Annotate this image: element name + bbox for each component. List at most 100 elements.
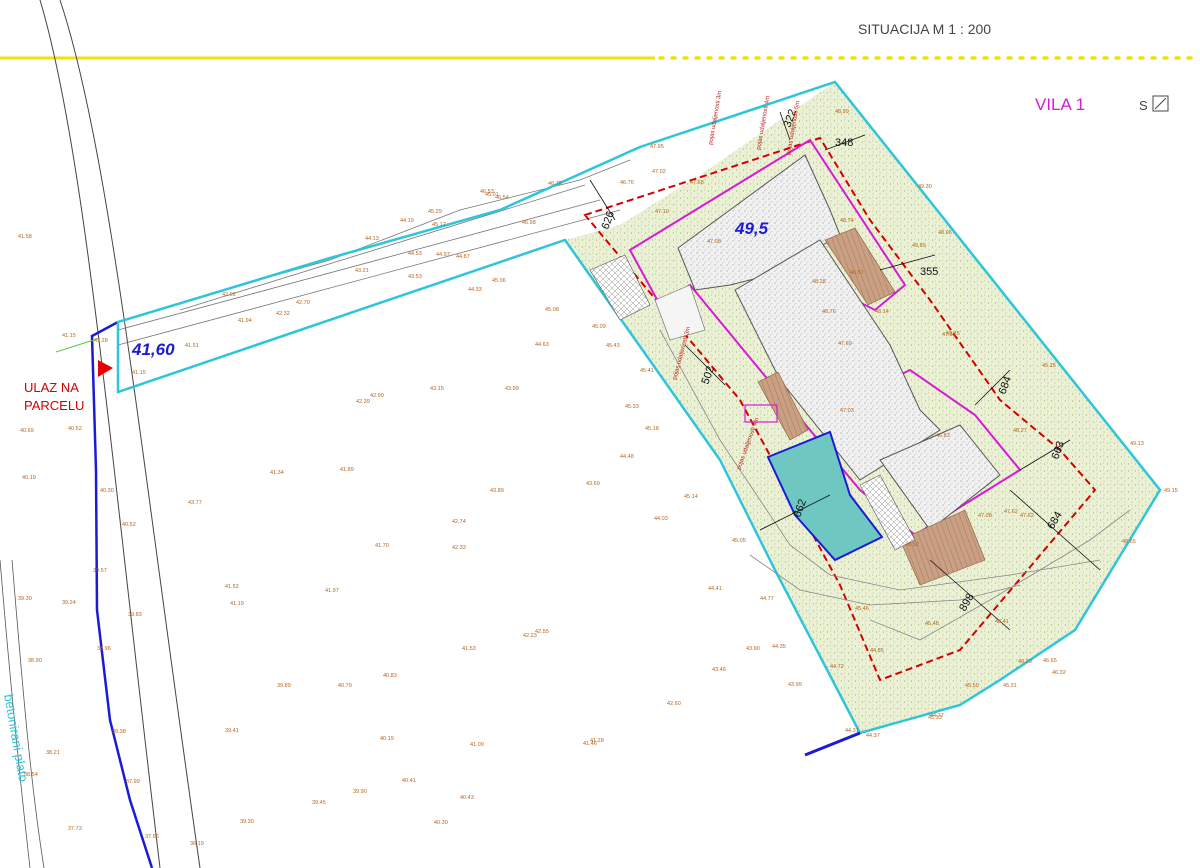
spot-height: 40.19 [380, 736, 394, 742]
spot-height: 42.60 [667, 701, 681, 707]
spot-height: 38.21 [46, 750, 60, 756]
spot-height: 39.90 [353, 789, 367, 795]
setback-note: pojas udaljenosti 3m [672, 326, 692, 380]
spot-height: 41.51 [185, 343, 199, 349]
spot-height: 41.15 [132, 370, 146, 376]
spot-height: 45.43 [606, 343, 620, 349]
spot-height: 41.28 [94, 338, 108, 344]
spot-height: 42.90 [370, 393, 384, 399]
spot-height: 44.48 [620, 454, 634, 460]
dim-label: 502 [700, 365, 718, 386]
spot-height: 44.85 [870, 648, 884, 654]
building-name: VILA 1 [1035, 95, 1085, 114]
spot-height: 40.19 [22, 475, 36, 481]
spot-height: 43.21 [355, 268, 369, 274]
spot-height: 40.30 [434, 820, 448, 826]
spot-height: 40.52 [122, 522, 136, 528]
spot-height: 41.34 [270, 470, 284, 476]
spot-height: 46.54 [495, 195, 509, 201]
spot-height: 45.08 [545, 307, 559, 313]
spot-height: 47.69 [838, 341, 852, 347]
spot-height: 40.30 [100, 488, 114, 494]
spot-height: 38.90 [28, 658, 42, 664]
spot-height: 46.29 [1018, 659, 1032, 665]
spot-height: 47.08 [707, 239, 721, 245]
spot-height: 37.73 [68, 826, 82, 832]
drawing-title: SITUACIJA M 1 : 200 [858, 21, 991, 37]
spot-height: 45.09 [592, 324, 606, 330]
spot-height: 48.41 [995, 619, 1009, 625]
spot-height: 45.25 [1042, 363, 1056, 369]
spot-height: 39.89 [277, 683, 291, 689]
entrance-label-2: PARCELU [24, 398, 84, 413]
spot-height: 43.99 [788, 682, 802, 688]
spot-height: 38.38 [112, 729, 126, 735]
dim-label: 355 [920, 266, 938, 278]
spot-height: 46.32 [1052, 670, 1066, 676]
spot-height: 45.05 [732, 538, 746, 544]
spot-height: 44.53 [408, 251, 422, 257]
spot-height: 47.02 [652, 169, 666, 175]
spot-height: 44.87 [456, 254, 470, 260]
dim-label: 684 [1045, 510, 1065, 532]
spot-height: 43.99 [505, 386, 519, 392]
spot-height: 40.79 [338, 683, 352, 689]
spot-height: 43.69 [586, 481, 600, 487]
spot-height: 44.31 [845, 728, 859, 734]
spot-height: 44.03 [654, 516, 668, 522]
spot-height: 41.15 [62, 333, 76, 339]
spot-height: 45.14 [684, 494, 698, 500]
spot-height: 49.89 [912, 243, 926, 249]
spot-height: 41.28 [590, 738, 604, 744]
spot-height: 48.74 [840, 218, 854, 224]
spot-height: 45.29 [428, 209, 442, 215]
spot-height: 44.37 [866, 733, 880, 739]
spot-height: 40.43 [460, 795, 474, 801]
spot-height: 48.27 [1013, 428, 1027, 434]
spot-height: 47.95 [650, 144, 664, 150]
spot-height: 45.46 [855, 606, 869, 612]
spot-height: 38.96 [97, 646, 111, 652]
dim-label: 626 [600, 210, 618, 231]
spot-height: 47.08 [978, 513, 992, 519]
spot-height: 49.75 [946, 331, 960, 337]
spot-height: 48.96 [938, 230, 952, 236]
spot-height: 40.52 [68, 426, 82, 432]
dimension-labels: 322 348 626 355 502 684 663 662 684 898 [600, 108, 1068, 614]
spot-height: 43.15 [430, 386, 444, 392]
spot-heights: 41.58 41.15 41.28 41.51 41.15 40.69 40.52 40.19… [18, 109, 1178, 847]
spot-height: 46.53 [480, 189, 494, 195]
spot-height: 44.72 [830, 664, 844, 670]
spot-height: 45.41 [640, 368, 654, 374]
setback-notes: pojas udaljenosti 3m pojas udaljenosti 4… [672, 90, 801, 470]
spot-height: 48.14 [875, 309, 889, 315]
spot-height: 41.97 [325, 588, 339, 594]
spot-height: 41.94 [238, 318, 252, 324]
spot-height: 46.83 [936, 433, 950, 439]
spot-height: 46.65 [1043, 658, 1057, 664]
spot-height: 48.65 [1122, 539, 1136, 545]
map-labels: SITUACIJA M 1 : 200 VILA 1 S ULAZ NA PAR… [1, 21, 1178, 847]
spot-height: 47.62 [1020, 513, 1034, 519]
spot-height: 45.33 [625, 404, 639, 410]
spot-height: 41.09 [470, 742, 484, 748]
spot-height: 42.55 [535, 629, 549, 635]
spot-height: 39.30 [240, 819, 254, 825]
spot-height: 43.77 [188, 500, 202, 506]
spot-height: 46.57 [850, 270, 864, 276]
spot-height: 39.45 [312, 800, 326, 806]
spot-height: 39.30 [18, 596, 32, 602]
north-label: S [1139, 98, 1148, 113]
spot-height: 39.41 [225, 728, 239, 734]
spot-height: 45.48 [925, 621, 939, 627]
spot-height: 42.70 [296, 300, 310, 306]
spot-height: 44.97 [436, 252, 450, 258]
spot-height: 46.76 [620, 180, 634, 186]
spot-height: 42.33 [452, 545, 466, 551]
spot-height: 47.68 [690, 180, 704, 186]
spot-height: 38.54 [24, 772, 38, 778]
spot-height: 37.99 [126, 779, 140, 785]
spot-height: 39.83 [128, 612, 142, 618]
spot-height: 41.58 [18, 234, 32, 240]
dim-label: 348 [835, 137, 853, 149]
